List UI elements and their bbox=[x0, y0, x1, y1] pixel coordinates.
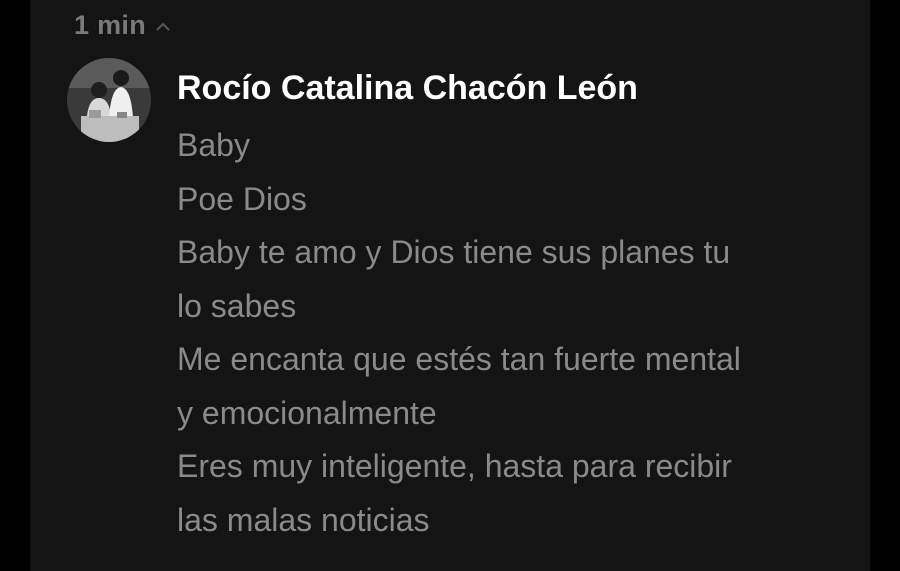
comment-panel: 1 min Rocío Catalina Chacón León Baby Po… bbox=[30, 0, 870, 571]
screen: 1 min Rocío Catalina Chacón León Baby Po… bbox=[0, 0, 900, 571]
message-line: Baby bbox=[177, 127, 250, 163]
message-body: Baby Poe Dios Baby te amo y Dios tiene s… bbox=[177, 119, 857, 547]
profile-photo-icon bbox=[67, 58, 151, 142]
message-line: las malas noticias bbox=[177, 501, 430, 538]
message-line: Baby te amo y Dios tiene sus planes tu bbox=[177, 234, 731, 270]
timestamp-row[interactable]: 1 min bbox=[74, 8, 170, 42]
avatar[interactable] bbox=[67, 58, 151, 142]
message-line: y emocionalmente bbox=[177, 394, 437, 431]
message-line: lo sabes bbox=[177, 287, 297, 324]
message-line: Me encanta que estés tan fuerte mental bbox=[177, 341, 741, 377]
timestamp-label: 1 min bbox=[74, 9, 147, 40]
message-line: Eres muy inteligente, hasta para recibir bbox=[177, 448, 732, 484]
message-line: Poe Dios bbox=[177, 180, 307, 217]
author-name[interactable]: Rocío Catalina Chacón León bbox=[177, 64, 638, 112]
chevron-up-icon[interactable] bbox=[156, 22, 170, 32]
